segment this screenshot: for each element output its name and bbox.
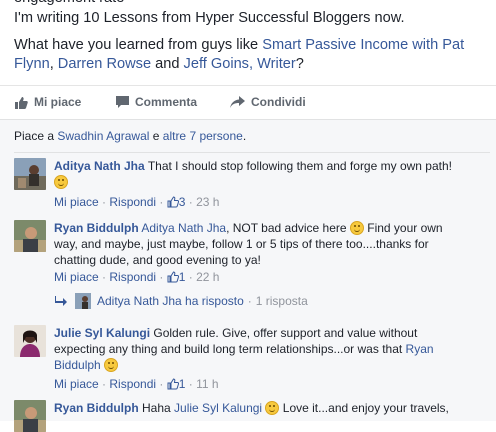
meta-sep: · [156, 377, 167, 391]
link-jeff-goins[interactable]: Jeff Goins, Writer [184, 56, 296, 72]
post-line-1: I'm writing 10 Lessons from Hyper Succes… [14, 10, 405, 26]
reply-count: 1 risposta [255, 294, 308, 308]
meta-sep: · [156, 195, 167, 209]
avatar[interactable] [14, 220, 46, 252]
reply-arrow-icon [55, 296, 67, 306]
comment-author-link[interactable]: Julie Syl Kalungi [54, 326, 150, 340]
liker-name-link[interactable]: Swadhin Agrawal [57, 129, 149, 143]
divider [14, 152, 490, 153]
smiley-emoji-icon [265, 401, 280, 415]
thumbs-up-outline-icon [167, 196, 179, 208]
comment-like-count[interactable]: 1 [167, 377, 185, 391]
comment-text: That I should stop following them and fo… [147, 159, 452, 173]
avatar[interactable] [14, 158, 46, 190]
comment-icon [116, 96, 129, 108]
likes-mid: e [149, 129, 163, 143]
comment-label: Commenta [135, 95, 198, 109]
meta-sep: · [185, 195, 197, 209]
comment-author-link[interactable]: Ryan Biddulph [54, 401, 139, 415]
like-button[interactable]: Mi piace [14, 95, 81, 109]
meta-sep: · [156, 270, 167, 284]
meta-sep: · [98, 377, 110, 391]
reply-sep: · [247, 294, 252, 308]
comment-reply-link[interactable]: Rispondi [109, 195, 156, 209]
comment-text-continued: Love it...and enjoy your travels, [279, 401, 449, 415]
smiley-emoji-icon [349, 221, 364, 235]
comment-reply-link[interactable]: Rispondi [109, 270, 156, 284]
comment-body: Ryan Biddulph Haha Julie Syl Kalungi Lov… [54, 400, 466, 416]
comment-like-link[interactable]: Mi piace [54, 377, 99, 391]
post-sep: , [49, 56, 58, 72]
comment-time[interactable]: 23 h [196, 195, 219, 209]
comment-time[interactable]: 22 h [196, 270, 219, 284]
post-and: and [151, 56, 184, 72]
avatar[interactable] [14, 400, 46, 432]
post-question-end: ? [295, 56, 304, 72]
comment-button[interactable]: Commenta [116, 95, 197, 109]
post-question-prefix: What have you learned from guys like [14, 37, 263, 53]
comment-time[interactable]: 11 h [196, 377, 218, 391]
mention-link[interactable]: Julie Syl Kalungi [174, 401, 262, 415]
comment-meta: Mi piace · Rispondi · 1 · 22 h [54, 270, 219, 284]
comment-reply-link[interactable]: Rispondi [109, 377, 156, 391]
meta-sep: · [185, 270, 197, 284]
comment-text: Haha [142, 401, 175, 415]
share-label: Condividi [251, 95, 306, 109]
meta-sep: · [98, 195, 110, 209]
likes-end: . [242, 129, 247, 143]
thumbs-up-icon [15, 96, 28, 109]
avatar [75, 293, 91, 309]
comment-body: Ryan Biddulph Aditya Nath Jha, NOT bad a… [54, 220, 466, 268]
comment-meta: Mi piace · Rispondi · 3 · 23 h [54, 195, 219, 209]
smiley-emoji-icon [104, 358, 119, 372]
link-darren-rowse[interactable]: Darren Rowse [58, 56, 151, 72]
comment-body: Julie Syl Kalungi Golden rule. Give, off… [54, 325, 466, 373]
comment-author-link[interactable]: Aditya Nath Jha [54, 159, 145, 173]
post-action-bar: Mi piace Commenta Condividi [0, 85, 496, 119]
comment-body: Aditya Nath Jha That I should stop follo… [54, 158, 466, 190]
mention-link[interactable]: Aditya Nath Jha [141, 221, 226, 235]
meta-sep: · [185, 377, 197, 391]
comment-author-link[interactable]: Ryan Biddulph [54, 221, 139, 235]
comment-like-count[interactable]: 1 [167, 270, 185, 284]
reply-thread-text: Aditya Nath Jha ha risposto [97, 294, 244, 308]
meta-sep: · [98, 270, 110, 284]
comment-like-count[interactable]: 3 [167, 195, 185, 209]
thumbs-up-outline-icon [167, 378, 179, 390]
share-arrow-icon [230, 96, 245, 108]
view-replies-link[interactable]: Aditya Nath Jha ha risposto · 1 risposta [55, 293, 308, 309]
post-text-cut-line: engagement rate [14, 0, 124, 8]
comment-like-link[interactable]: Mi piace [54, 270, 99, 284]
likes-prefix: Piace a [14, 129, 58, 143]
comment-meta: Mi piace · Rispondi · 1 · 11 h [54, 377, 219, 391]
share-button[interactable]: Condividi [230, 95, 306, 109]
likes-summary: Piace a Swadhin Agrawal e altre 7 person… [14, 129, 246, 143]
thumbs-up-outline-icon [167, 271, 179, 283]
like-label: Mi piace [34, 95, 82, 109]
comment-text: , NOT bad advice here [226, 221, 350, 235]
other-likers-link[interactable]: altre 7 persone [163, 129, 243, 143]
comments-section: Piace a Swadhin Agrawal e altre 7 person… [0, 119, 496, 432]
smiley-emoji-icon [54, 175, 68, 189]
avatar[interactable] [14, 325, 46, 357]
comment-like-link[interactable]: Mi piace [54, 195, 99, 209]
post-question: What have you learned from guys like Sma… [14, 36, 484, 74]
